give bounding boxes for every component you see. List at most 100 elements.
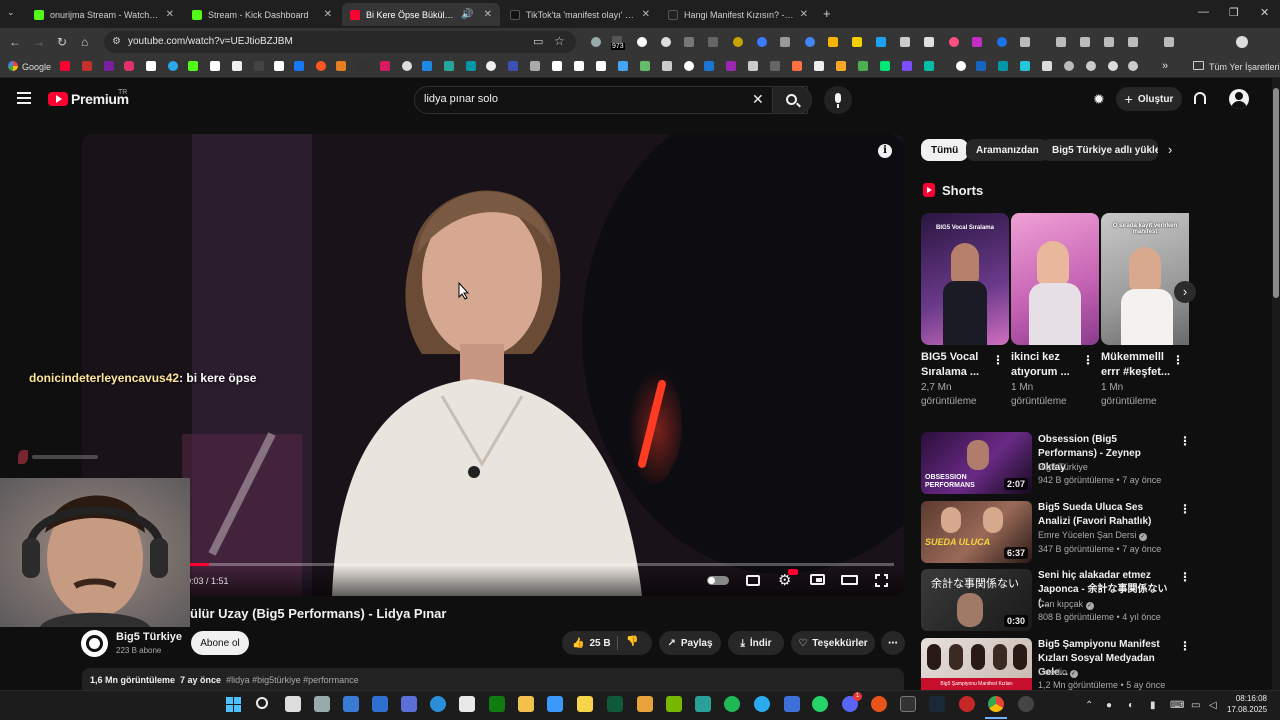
bookmark-icons[interactable] bbox=[58, 59, 1148, 73]
site-info-icon[interactable]: ⚙ bbox=[112, 36, 121, 47]
chrome-app-icon[interactable] bbox=[988, 696, 1004, 712]
notifications-bell-icon[interactable] bbox=[1194, 92, 1206, 104]
tab-close-icon[interactable]: ✕ bbox=[484, 9, 492, 20]
reload-icon[interactable]: ↻ bbox=[57, 35, 67, 49]
spotify-app-icon[interactable] bbox=[724, 696, 740, 712]
app-icon[interactable] bbox=[695, 696, 711, 712]
video-player[interactable]: i 0:03 / 1:51 ⚙ bbox=[82, 134, 904, 596]
search-button[interactable] bbox=[772, 86, 812, 114]
related-channel-4[interactable]: Onedio ✓ bbox=[1038, 667, 1078, 678]
progress-bar[interactable] bbox=[188, 563, 894, 566]
system-clock[interactable]: 08:16:08 17.08.2025 bbox=[1227, 693, 1267, 715]
thanks-button[interactable]: ♡ Teşekkürler bbox=[791, 631, 875, 655]
tray-volume-icon[interactable]: ◁ bbox=[1209, 700, 1217, 711]
defender-app-icon[interactable] bbox=[343, 696, 359, 712]
short-menu-icon[interactable]: ⋮ bbox=[992, 353, 1004, 367]
download-button[interactable]: ⤓ İndir bbox=[728, 631, 784, 655]
tab-close-icon[interactable]: ✕ bbox=[324, 9, 332, 20]
short-thumbnail-1[interactable]: BIG5 Vocal Sıralama bbox=[921, 213, 1009, 345]
related-channel-2[interactable]: Emre Yücelen Şan Dersi ✓ bbox=[1038, 530, 1147, 541]
telegram-app-icon[interactable] bbox=[754, 696, 770, 712]
tab-list-chevron-icon[interactable]: ⌄ bbox=[7, 7, 15, 18]
notepad-app-icon[interactable] bbox=[577, 696, 593, 712]
tray-app-icon[interactable]: ● bbox=[1106, 700, 1112, 711]
account-avatar[interactable] bbox=[1229, 89, 1249, 109]
all-bookmarks-folder[interactable]: Tüm Yer İşaretleri bbox=[1209, 62, 1280, 72]
forward-arrow-icon[interactable]: → bbox=[33, 35, 45, 49]
info-icon[interactable]: i bbox=[878, 144, 892, 158]
filter-chip-all[interactable]: Tümü bbox=[921, 139, 969, 161]
nvidia-app-icon[interactable] bbox=[666, 696, 682, 712]
bookmarks-overflow-icon[interactable]: » bbox=[1162, 60, 1168, 72]
short-title-3[interactable]: Mükemmelll errr #keşfet... bbox=[1101, 350, 1173, 380]
video-frame[interactable] bbox=[82, 134, 904, 596]
app-icon[interactable] bbox=[1018, 696, 1034, 712]
file-explorer-icon[interactable] bbox=[518, 696, 534, 712]
edge-app-icon[interactable] bbox=[430, 696, 446, 712]
autoplay-toggle[interactable] bbox=[707, 576, 729, 585]
browser-tab-3-active[interactable]: Bi Kere Öpse Bükülür Uzay🔊✕ bbox=[342, 3, 500, 26]
related-menu-icon[interactable]: ⋮ bbox=[1179, 639, 1191, 653]
new-tab-plus-icon[interactable]: + bbox=[823, 6, 831, 21]
page-scrollbar-track[interactable] bbox=[1272, 78, 1280, 690]
related-channel-3[interactable]: Can kıpçak ✓ bbox=[1038, 599, 1094, 610]
task-view-icon[interactable] bbox=[285, 696, 301, 712]
app-icon[interactable] bbox=[401, 696, 417, 712]
short-menu-icon[interactable]: ⋮ bbox=[1082, 353, 1094, 367]
related-channel-1[interactable]: Big5 Türkiye bbox=[1038, 462, 1088, 472]
related-menu-icon[interactable]: ⋮ bbox=[1179, 502, 1191, 516]
tray-app-icon[interactable]: ◐ bbox=[1128, 700, 1134, 711]
related-menu-icon[interactable]: ⋮ bbox=[1179, 570, 1191, 584]
related-thumbnail-3[interactable]: 余計な事関係ない 0:30 bbox=[921, 569, 1032, 631]
filter-chip-uploader[interactable]: Big5 Türkiye adlı yükleyi bbox=[1042, 139, 1158, 161]
subscribe-button[interactable]: Abone ol bbox=[191, 631, 249, 655]
fullscreen-icon[interactable] bbox=[874, 573, 891, 590]
thumbs-down-icon[interactable]: 👎 bbox=[626, 636, 638, 647]
theater-mode-icon[interactable] bbox=[841, 575, 858, 585]
settings-app-icon[interactable] bbox=[314, 696, 330, 712]
like-count[interactable]: 25 B bbox=[589, 638, 610, 649]
short-menu-icon[interactable]: ⋮ bbox=[1172, 353, 1184, 367]
taskbar-search-icon[interactable] bbox=[256, 697, 268, 709]
tray-keyboard-icon[interactable]: ⌨ bbox=[1170, 700, 1184, 711]
bookmark-google[interactable]: Google bbox=[22, 62, 51, 72]
search-input[interactable]: lidya pınar solo bbox=[424, 93, 498, 105]
app-icon[interactable] bbox=[607, 696, 623, 712]
hamburger-menu-icon[interactable] bbox=[17, 92, 31, 104]
browser-tab-4[interactable]: TikTok'ta 'manifest olayı' bulab ✕ bbox=[502, 3, 658, 26]
window-minimize-icon[interactable]: — bbox=[1198, 6, 1209, 18]
app-icon[interactable] bbox=[784, 696, 800, 712]
app-icon[interactable] bbox=[959, 696, 975, 712]
tab-close-icon[interactable]: ✕ bbox=[800, 9, 808, 20]
xbox-app-icon[interactable] bbox=[489, 696, 505, 712]
related-thumbnail-4[interactable]: Big5 Şampiyonu Manifest Kızları bbox=[921, 638, 1032, 690]
app-icon[interactable] bbox=[871, 696, 887, 712]
app-icon[interactable] bbox=[459, 696, 475, 712]
audio-playing-icon[interactable]: 🔊 bbox=[461, 9, 473, 20]
clear-search-icon[interactable]: ✕ bbox=[752, 91, 764, 108]
bookmark-star-icon[interactable]: ☆ bbox=[554, 34, 565, 48]
app-icon[interactable] bbox=[372, 696, 388, 712]
channel-name[interactable]: Big5 Türkiye bbox=[116, 631, 182, 643]
voice-search-button[interactable] bbox=[824, 86, 852, 114]
app-icon[interactable] bbox=[900, 696, 916, 712]
related-menu-icon[interactable]: ⋮ bbox=[1179, 434, 1191, 448]
home-icon[interactable]: ⌂ bbox=[81, 35, 88, 49]
miniplayer-icon[interactable] bbox=[810, 574, 825, 585]
thumbs-up-icon[interactable]: 👍 bbox=[572, 638, 584, 649]
short-thumbnail-3[interactable]: O sırada kayıt verirken manifest bbox=[1101, 213, 1189, 345]
url-text[interactable]: youtube.com/watch?v=UEJtioBZJBM bbox=[128, 36, 293, 47]
related-thumbnail-2[interactable]: SUEDA ULUCA 6:37 bbox=[921, 501, 1032, 563]
steam-app-icon[interactable] bbox=[929, 696, 945, 712]
app-icon[interactable] bbox=[637, 696, 653, 712]
browser-tab-1[interactable]: onurijma Stream - Watch Live o✕ bbox=[26, 3, 182, 26]
youtube-logo-icon[interactable] bbox=[48, 92, 68, 106]
window-restore-icon[interactable]: ❐ bbox=[1229, 6, 1239, 19]
tray-network-icon[interactable]: ▭ bbox=[1191, 700, 1200, 711]
short-title-2[interactable]: ikinci kez atıyorum ... bbox=[1011, 350, 1083, 380]
more-actions-button[interactable]: ⋯ bbox=[881, 631, 905, 655]
tray-overflow-chevron-icon[interactable]: ⌃ bbox=[1085, 700, 1093, 711]
related-title-2[interactable]: Big5 Sueda Uluca Ses Analizi (Favori Rah… bbox=[1038, 501, 1170, 529]
tab-close-icon[interactable]: ✕ bbox=[642, 9, 650, 20]
app-icon[interactable] bbox=[547, 696, 563, 712]
